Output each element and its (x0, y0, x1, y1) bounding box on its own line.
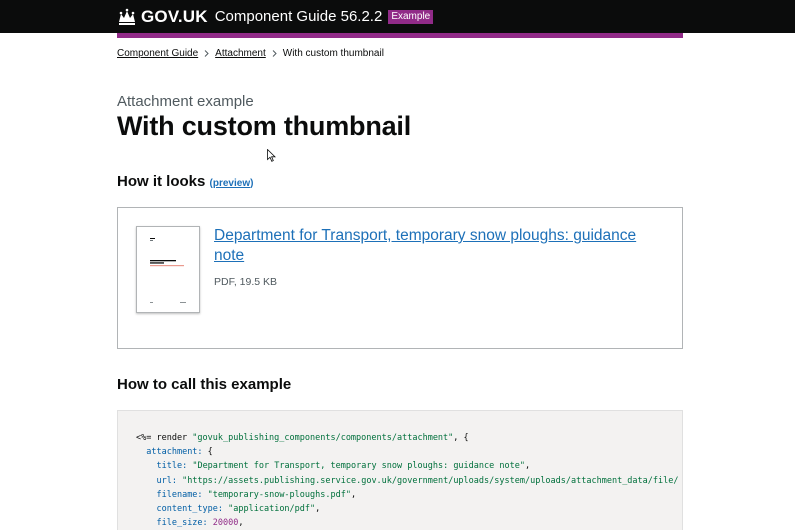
breadcrumb-attachment[interactable]: Attachment (215, 48, 266, 59)
preview-close-paren: ) (250, 178, 254, 189)
code-token: { (202, 447, 213, 458)
code-line-3: title: "Department for Transport, tempor… (136, 461, 530, 471)
code-content: <%= render "govuk_publishing_components/… (136, 431, 679, 530)
page-title: With custom thumbnail (117, 111, 412, 141)
mouse-cursor-icon (267, 149, 276, 162)
header-accent-bar (117, 33, 683, 38)
breadcrumb-component-guide[interactable]: Component Guide (117, 48, 198, 59)
govuk-logo-link[interactable]: GOV.UK (141, 7, 208, 27)
code-token: "application/pdf" (228, 504, 316, 515)
chevron-right-icon (204, 50, 209, 57)
code-token: "temporary-snow-ploughs.pdf" (207, 489, 351, 500)
code-token: title: (156, 461, 188, 472)
code-token: "Department for Transport, temporary sno… (192, 461, 525, 472)
page-caption: Attachment example (117, 93, 254, 110)
chevron-right-icon (272, 50, 277, 57)
code-line-4: url: "https://assets.publishing.service.… (136, 475, 679, 486)
code-token: , { (453, 433, 469, 443)
code-line-7: file_size: 20000, (136, 518, 244, 529)
code-line-5: filename: "temporary-snow-ploughs.pdf", (136, 490, 356, 500)
code-line-1: <%= render "govuk_publishing_components/… (136, 433, 469, 443)
code-token: , (524, 461, 531, 472)
how-it-looks-text: How it looks (117, 173, 206, 190)
code-token: , (238, 518, 244, 529)
code-token: , (315, 504, 321, 515)
code-token: filename: (156, 489, 203, 500)
code-token: file_size: (156, 518, 208, 529)
code-token: "https://assets.publishing.service.gov.u… (182, 475, 679, 486)
preview-wrapper: (preview) (210, 178, 254, 189)
attachment-metadata: PDF, 19.5 KB (214, 276, 278, 288)
document-thumbnail-image (140, 230, 197, 310)
breadcrumb-current: With custom thumbnail (282, 48, 384, 59)
code-token: attachment: (146, 447, 203, 458)
code-token: content_type: (156, 504, 224, 515)
code-token: <%= render (136, 433, 193, 443)
breadcrumb: Component Guide Attachment With custom t… (117, 48, 384, 59)
attachment-title-link[interactable]: Department for Transport, temporary snow… (214, 226, 654, 266)
crown-icon (119, 8, 135, 25)
code-block[interactable]: <%= render "govuk_publishing_components/… (117, 410, 683, 530)
preview-link[interactable]: preview (213, 178, 250, 189)
example-badge: Example (388, 9, 434, 24)
header-inner: GOV.UK Component Guide 56.2.2 Example (117, 0, 434, 33)
how-to-call-heading: How to call this example (117, 376, 292, 393)
site-header: GOV.UK Component Guide 56.2.2 Example (0, 0, 795, 33)
code-line-6: content_type: "application/pdf", (136, 504, 320, 514)
code-token: 20000 (212, 518, 239, 529)
code-line-2: attachment: { (136, 447, 213, 457)
product-name: Component Guide 56.2.2 (214, 8, 383, 25)
code-token: , (350, 489, 357, 500)
how-it-looks-heading: How it looks (preview) (117, 173, 253, 190)
code-token: "govuk_publishing_components/components/… (192, 433, 454, 443)
component-example: Department for Transport, temporary snow… (117, 207, 683, 349)
attachment-thumbnail[interactable] (136, 226, 200, 313)
code-token: url: (156, 475, 177, 486)
